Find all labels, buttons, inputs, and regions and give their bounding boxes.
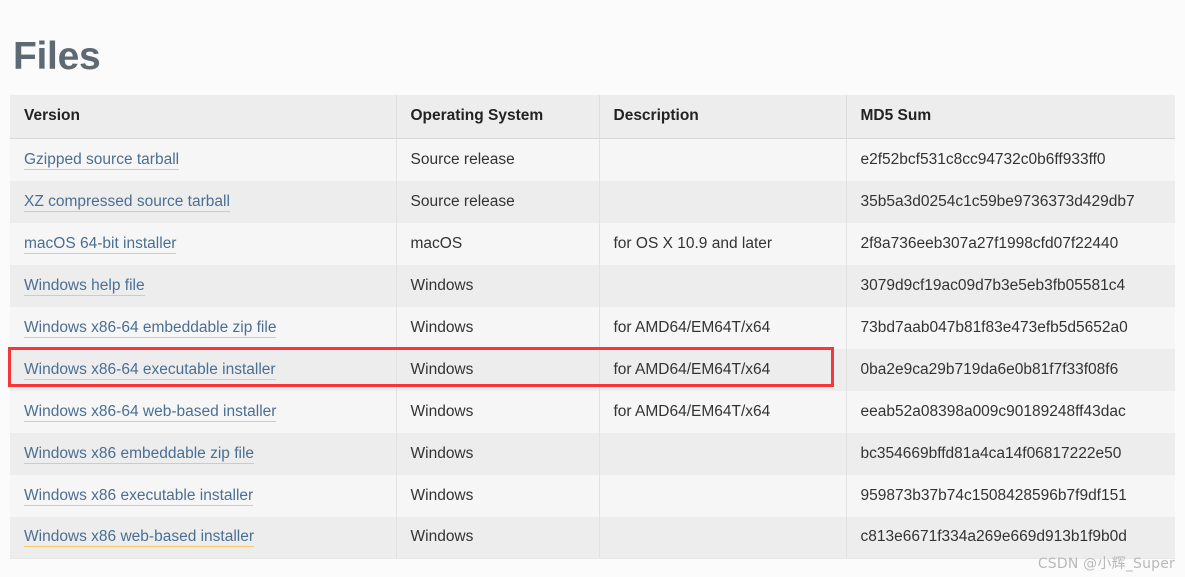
table-row: Windows x86-64 embeddable zip file Window… [10,307,1175,349]
cell-md5-sum: 959873b37b74c1508428596b7f9df151 [846,475,1175,517]
table-header: Version Operating System Description MD5… [10,95,1175,139]
cell-operating-system: Windows [396,433,599,475]
cell-operating-system: Windows [396,391,599,433]
cell-operating-system: Windows [396,307,599,349]
cell-operating-system: Windows [396,517,599,559]
files-page: Files Version Operating System Descripti… [0,0,1185,577]
cell-operating-system: Windows [396,265,599,307]
download-link[interactable]: Windows x86 web-based installer [24,528,254,547]
column-header-description[interactable]: Description [599,95,846,139]
cell-description: for OS X 10.9 and later [599,223,846,265]
cell-md5-sum: 73bd7aab047b81f83e473efb5d5652a0 [846,307,1175,349]
download-link[interactable]: Windows x86-64 web-based installer [24,403,276,422]
download-link[interactable]: Windows help file [24,277,145,296]
cell-version: macOS 64-bit installer [10,223,396,265]
table-row: Windows x86 web-based installerWindowsc8… [10,517,1175,559]
cell-description [599,475,846,517]
cell-operating-system: Source release [396,181,599,223]
cell-md5-sum: 35b5a3d0254c1c59be9736373d429db7 [846,181,1175,223]
cell-version: Windows x86 executable installer [10,475,396,517]
cell-version: Windows x86 web-based installer [10,517,396,559]
download-link[interactable]: Windows x86 embeddable zip file [24,445,254,464]
table-row: Windows help file Windows 3079d9cf19ac09d7… [10,265,1175,307]
cell-md5-sum: 0ba2e9ca29b719da6e0b81f7f33f08f6 [846,349,1175,391]
cell-md5-sum: e2f52bcf531c8cc94732c0b6ff933ff0 [846,139,1175,181]
cell-operating-system: Source release [396,139,599,181]
download-link[interactable]: Gzipped source tarball [24,151,179,170]
cell-version: Windows x86 embeddable zip file [10,433,396,475]
cell-operating-system: Windows [396,349,599,391]
cell-description: for AMD64/EM64T/x64 [599,349,846,391]
download-link[interactable]: macOS 64-bit installer [24,235,176,254]
cell-description [599,181,846,223]
table-row: Windows x86-64 web-based installer Window… [10,391,1175,433]
cell-description [599,517,846,559]
table-row: Gzipped source tarball Source release e2f5… [10,139,1175,181]
table-row: XZ compressed source tarball Source relea… [10,181,1175,223]
cell-version: Windows x86-64 embeddable zip file [10,307,396,349]
cell-description: for AMD64/EM64T/x64 [599,391,846,433]
cell-version: Windows help file [10,265,396,307]
cell-md5-sum: eeab52a08398a009c90189248ff43dac [846,391,1175,433]
column-header-md5-sum[interactable]: MD5 Sum [846,95,1175,139]
table-row: Windows x86 embeddable zip file Windows bc… [10,433,1175,475]
cell-operating-system: macOS [396,223,599,265]
table-body: Gzipped source tarball Source release e2f5… [10,139,1175,559]
watermark: CSDN @小辉_Super [1038,553,1175,573]
table-header-row: Version Operating System Description MD5… [10,95,1175,139]
column-header-version[interactable]: Version [10,95,396,139]
table-row: macOS 64-bit installer macOSfor OS X 10.9… [10,223,1175,265]
files-table: Version Operating System Description MD5… [10,95,1175,559]
cell-version: Gzipped source tarball [10,139,396,181]
cell-md5-sum: bc354669bffd81a4ca14f06817222e50 [846,433,1175,475]
download-link[interactable]: Windows x86-64 embeddable zip file [24,319,276,338]
download-link[interactable]: Windows x86-64 executable installer [24,361,276,380]
cell-version: Windows x86-64 executable installer [10,349,396,391]
cell-version: Windows x86-64 web-based installer [10,391,396,433]
cell-version: XZ compressed source tarball [10,181,396,223]
page-title: Files [13,36,100,79]
table-row: Windows x86-64 executable installer Windo… [10,349,1175,391]
cell-description [599,265,846,307]
column-header-operating-system[interactable]: Operating System [396,95,599,139]
cell-md5-sum: 3079d9cf19ac09d7b3e5eb3fb05581c4 [846,265,1175,307]
download-link[interactable]: Windows x86 executable installer [24,487,253,506]
cell-operating-system: Windows [396,475,599,517]
table-row: Windows x86 executable installer Windows 9… [10,475,1175,517]
cell-description [599,433,846,475]
cell-description: for AMD64/EM64T/x64 [599,307,846,349]
download-link[interactable]: XZ compressed source tarball [24,193,230,212]
cell-md5-sum: 2f8a736eeb307a27f1998cfd07f22440 [846,223,1175,265]
cell-description [599,139,846,181]
